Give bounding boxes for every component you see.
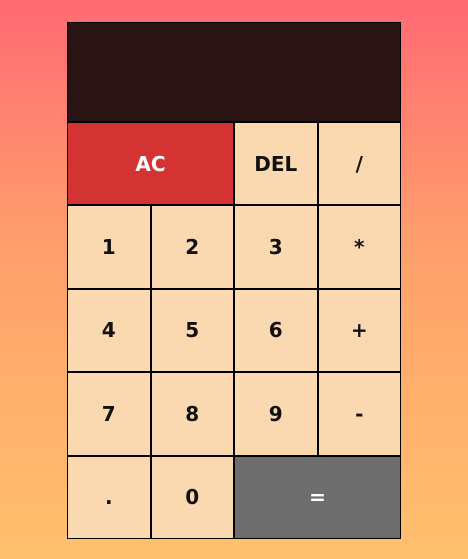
digit-1-button[interactable]: 1 [67, 205, 151, 289]
multiply-button[interactable]: * [317, 205, 401, 289]
digit-5-button[interactable]: 5 [150, 288, 234, 373]
digit-3-button[interactable]: 3 [234, 205, 318, 289]
subtract-button[interactable]: - [317, 372, 401, 456]
add-button[interactable]: + [317, 288, 401, 373]
digit-0-button[interactable]: 0 [150, 455, 234, 539]
delete-button[interactable]: DEL [234, 122, 318, 206]
equals-button[interactable]: = [234, 455, 401, 539]
digit-8-button[interactable]: 8 [150, 372, 234, 456]
digit-7-button[interactable]: 7 [67, 372, 151, 456]
calculator-display [67, 22, 401, 122]
decimal-button[interactable]: . [67, 455, 151, 539]
divide-button[interactable]: / [317, 122, 401, 206]
calculator: AC DEL / 1 2 3 * 4 5 6 + 7 8 9 - . 0 = [67, 22, 401, 539]
digit-2-button[interactable]: 2 [150, 205, 234, 289]
digit-9-button[interactable]: 9 [234, 372, 318, 456]
digit-4-button[interactable]: 4 [67, 288, 151, 373]
digit-6-button[interactable]: 6 [234, 288, 318, 373]
clear-all-button[interactable]: AC [67, 122, 234, 206]
